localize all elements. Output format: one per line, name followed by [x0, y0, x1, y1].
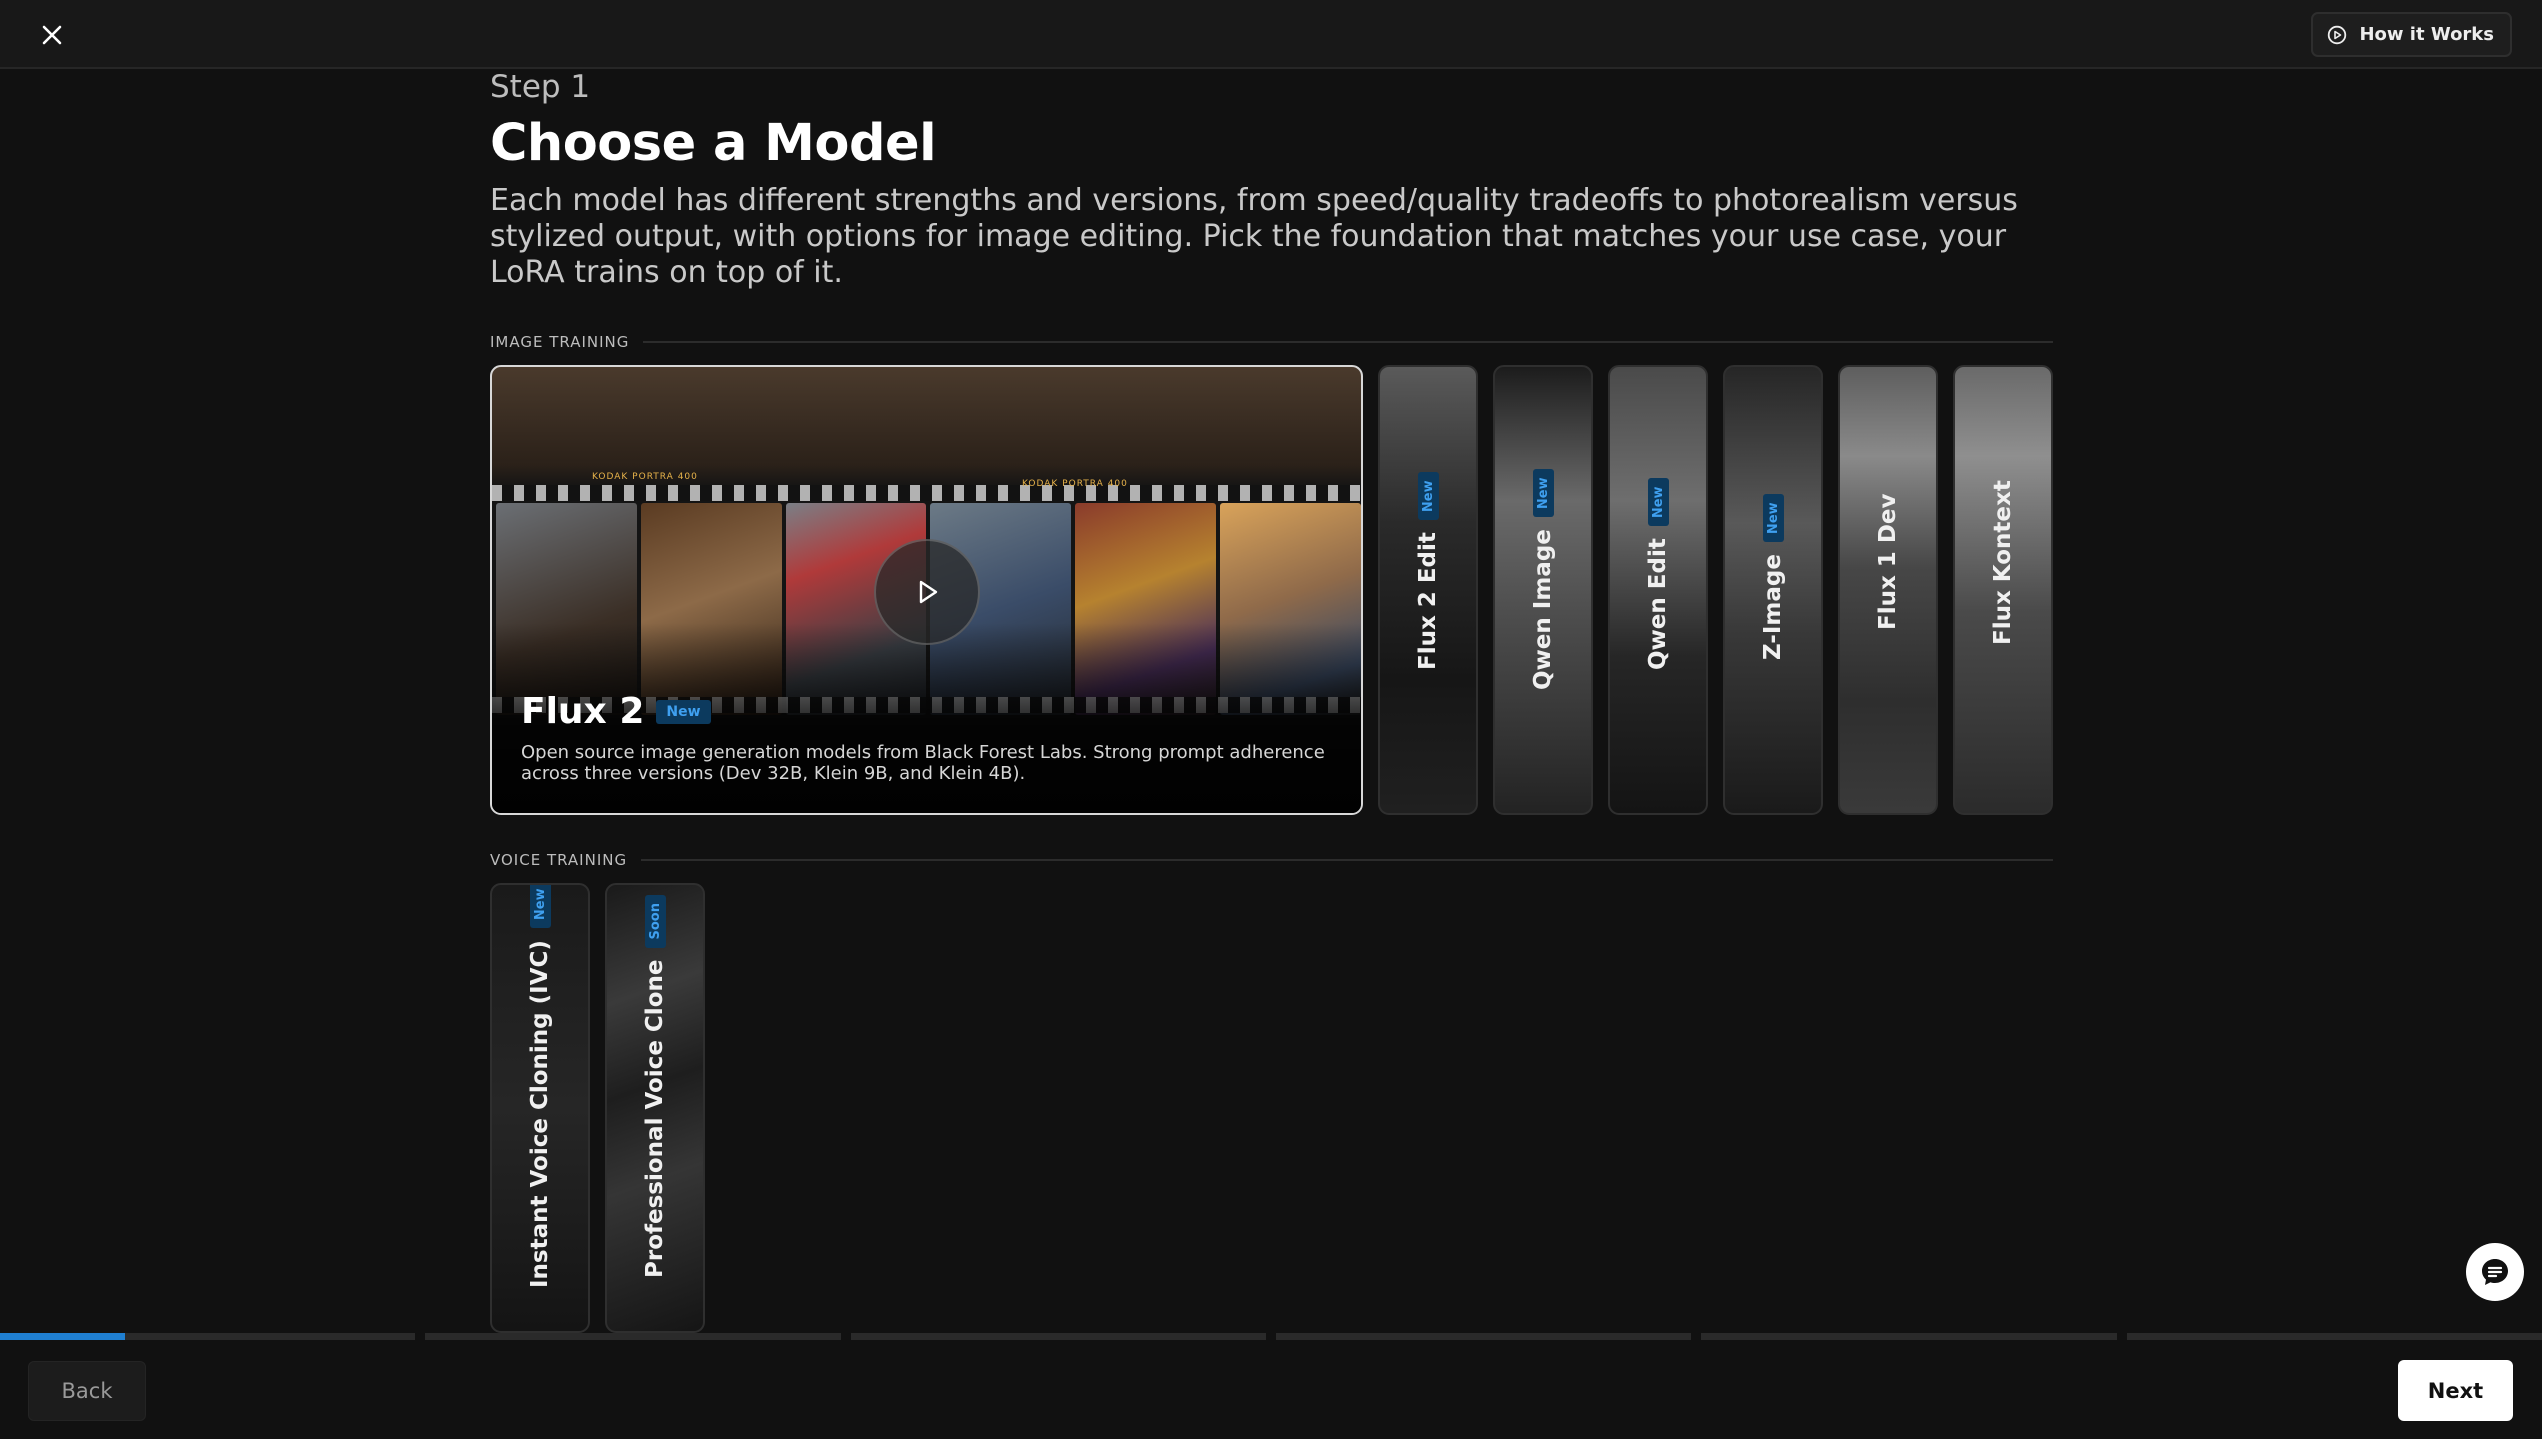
close-button[interactable]: [34, 17, 70, 53]
film-label: KODAK PORTRA 400: [1022, 479, 1128, 489]
play-video-button[interactable]: [874, 539, 980, 645]
main-content: Step 1 Choose a Model Each model has dif…: [490, 69, 2053, 1333]
page-description: Each model has different strengths and v…: [490, 183, 2018, 290]
close-icon: [42, 25, 62, 45]
model-card-flux-2-edit[interactable]: Flux 2 Edit New: [1378, 365, 1478, 815]
top-bar: How it Works: [0, 0, 2542, 69]
progress-segment: [1275, 1333, 1692, 1340]
progress-segment: [850, 1333, 1266, 1340]
play-circle-icon: [2328, 25, 2347, 44]
image-models-row: KODAK PORTRA 400 KODAK PORTRA 400 Flux 2…: [490, 365, 2053, 815]
soon-badge: Soon: [644, 895, 666, 948]
voice-training-label: VOICE TRAINING: [490, 851, 628, 869]
new-badge: New: [529, 885, 551, 929]
next-button[interactable]: Next: [2398, 1360, 2513, 1421]
model-card-flux-kontext[interactable]: Flux Kontext: [1953, 365, 2053, 815]
model-name: Instant Voice Cloning (IVC): [527, 940, 553, 1288]
image-training-label: IMAGE TRAINING: [490, 333, 630, 351]
model-card-flux-2[interactable]: KODAK PORTRA 400 KODAK PORTRA 400 Flux 2…: [490, 365, 1363, 815]
model-name: Z-Image: [1760, 554, 1786, 660]
model-card-z-image[interactable]: Z-Image New: [1723, 365, 1823, 815]
progress-segment: [2126, 1333, 2542, 1340]
film-perforation: [492, 485, 1361, 501]
model-title: Flux 2 New: [521, 691, 711, 732]
divider: [641, 859, 2053, 861]
model-label: Z-Image New: [1760, 494, 1786, 660]
play-icon: [919, 580, 938, 604]
model-label: Professional Voice Clone Soon: [642, 895, 668, 1278]
model-label: Flux Kontext: [1990, 480, 2016, 645]
model-label: Qwen Edit New: [1645, 478, 1671, 670]
model-name: Flux 1 Dev: [1875, 493, 1901, 630]
new-badge: New: [1532, 469, 1554, 518]
how-it-works-label: How it Works: [2359, 24, 2494, 45]
how-it-works-button[interactable]: How it Works: [2311, 12, 2512, 57]
model-card-flux-1-dev[interactable]: Flux 1 Dev: [1838, 365, 1938, 815]
progress-fill: [0, 1333, 125, 1340]
model-name: Flux 2: [521, 691, 645, 732]
divider: [643, 341, 2053, 343]
model-description: Open source image generation models from…: [521, 742, 1325, 784]
model-label: Flux 1 Dev: [1875, 493, 1901, 630]
model-name: Qwen Edit: [1645, 538, 1671, 670]
model-card-qwen-edit[interactable]: Qwen Edit New: [1608, 365, 1708, 815]
step-label: Step 1: [490, 69, 591, 105]
voice-models-row: Instant Voice Cloning (IVC) New Professi…: [490, 883, 2053, 1333]
model-name: Qwen Image: [1530, 529, 1556, 690]
chat-icon: [2482, 1259, 2508, 1285]
chat-button[interactable]: [2466, 1243, 2524, 1301]
film-label: KODAK PORTRA 400: [592, 472, 698, 482]
progress-segment: [1701, 1333, 2117, 1340]
model-name: Flux 2 Edit: [1415, 532, 1441, 670]
voice-training-heading: VOICE TRAINING: [490, 851, 2053, 869]
model-label: Qwen Image New: [1530, 469, 1556, 690]
new-badge: New: [1417, 472, 1439, 521]
page-title: Choose a Model: [490, 114, 937, 173]
back-button[interactable]: Back: [28, 1361, 146, 1421]
progress-segment: [0, 1333, 416, 1340]
model-card-professional-voice-clone[interactable]: Professional Voice Clone Soon: [605, 883, 705, 1333]
model-name: Flux Kontext: [1990, 480, 2016, 645]
model-label: Instant Voice Cloning (IVC) New: [527, 885, 553, 1288]
progress-segment: [425, 1333, 841, 1340]
model-card-instant-voice-cloning[interactable]: Instant Voice Cloning (IVC) New: [490, 883, 590, 1333]
model-name: Professional Voice Clone: [642, 959, 668, 1278]
model-card-qwen-image[interactable]: Qwen Image New: [1493, 365, 1593, 815]
step-progress: [0, 1333, 2542, 1340]
new-badge: New: [1647, 478, 1669, 527]
new-badge: New: [656, 699, 711, 724]
image-training-heading: IMAGE TRAINING: [490, 333, 2053, 351]
model-label: Flux 2 Edit New: [1415, 472, 1441, 670]
new-badge: New: [1762, 494, 1784, 543]
